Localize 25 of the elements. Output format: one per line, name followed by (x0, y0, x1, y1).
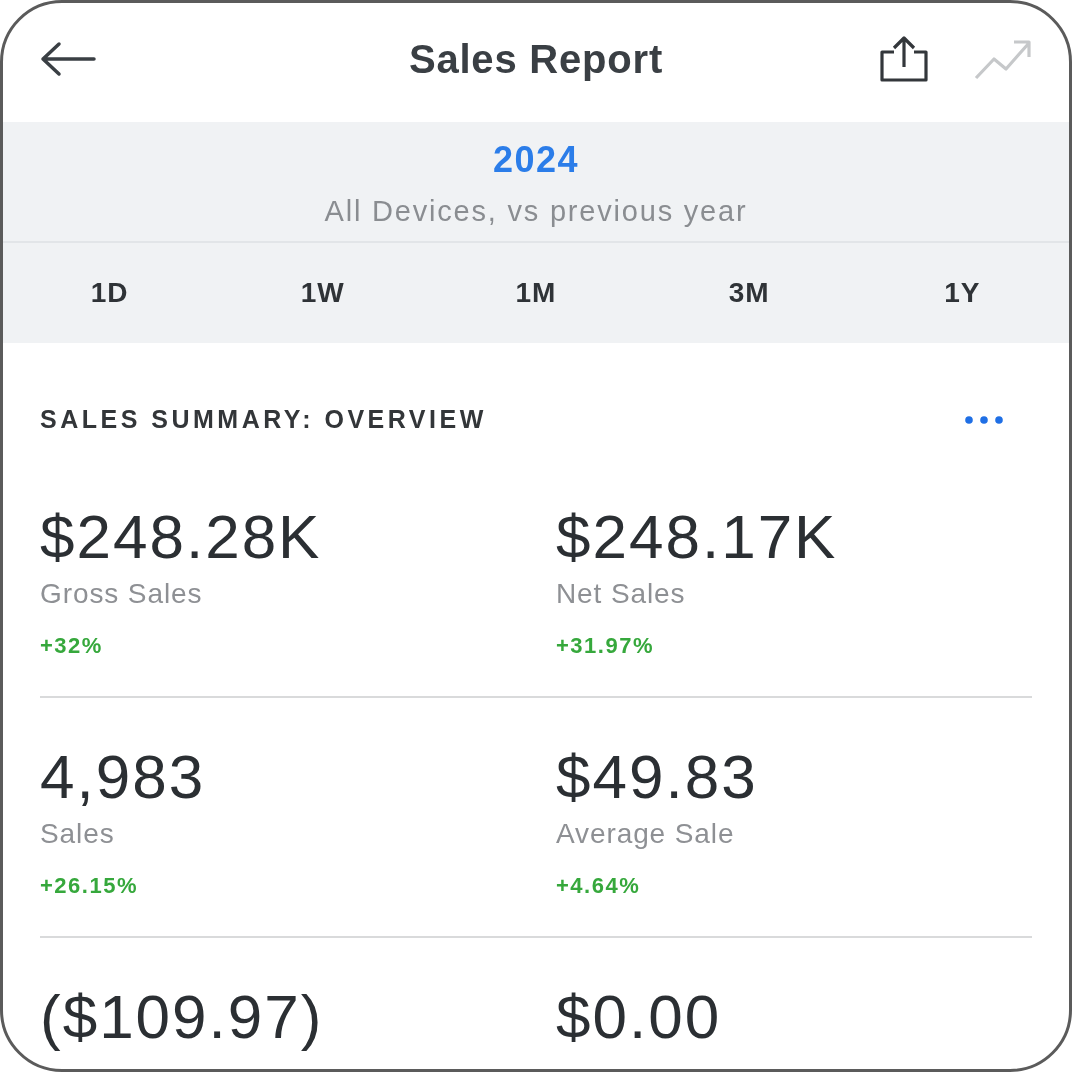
metric-label: Gross Sales (40, 580, 203, 608)
metric-value: $248.28K (40, 506, 322, 568)
range-tab[interactable]: 1M (429, 269, 643, 317)
range-tab[interactable]: 3M (642, 269, 856, 317)
section-title: SALES SUMMARY: OVERVIEW (40, 407, 487, 432)
metric-change: +4.64% (556, 875, 641, 897)
metric-value: $49.83 (556, 746, 758, 808)
metric-change: +31.97% (556, 635, 654, 657)
metric-label: Sales (40, 820, 115, 848)
range-tab[interactable]: 1W (216, 269, 430, 317)
metric-change: +32% (40, 635, 103, 657)
metric-value: 4,983 (40, 746, 206, 808)
more-icon[interactable] (965, 415, 1003, 424)
metric-value: $0.00 (556, 986, 722, 1048)
metric-value: $248.17K (556, 506, 838, 568)
screen-title: Sales Report (408, 38, 664, 79)
range-tab[interactable]: 1D (3, 269, 217, 317)
period-subtitle: All Devices, vs previous year (324, 197, 748, 226)
share-icon[interactable] (879, 35, 929, 82)
metric-label: Average Sale (556, 820, 735, 848)
metric-change: +26.15% (40, 875, 138, 897)
year-link[interactable]: 2024 (492, 142, 580, 178)
range-tab[interactable]: 1Y (855, 269, 1069, 317)
back-icon[interactable] (40, 40, 96, 77)
metric-label: Net Sales (556, 580, 686, 608)
